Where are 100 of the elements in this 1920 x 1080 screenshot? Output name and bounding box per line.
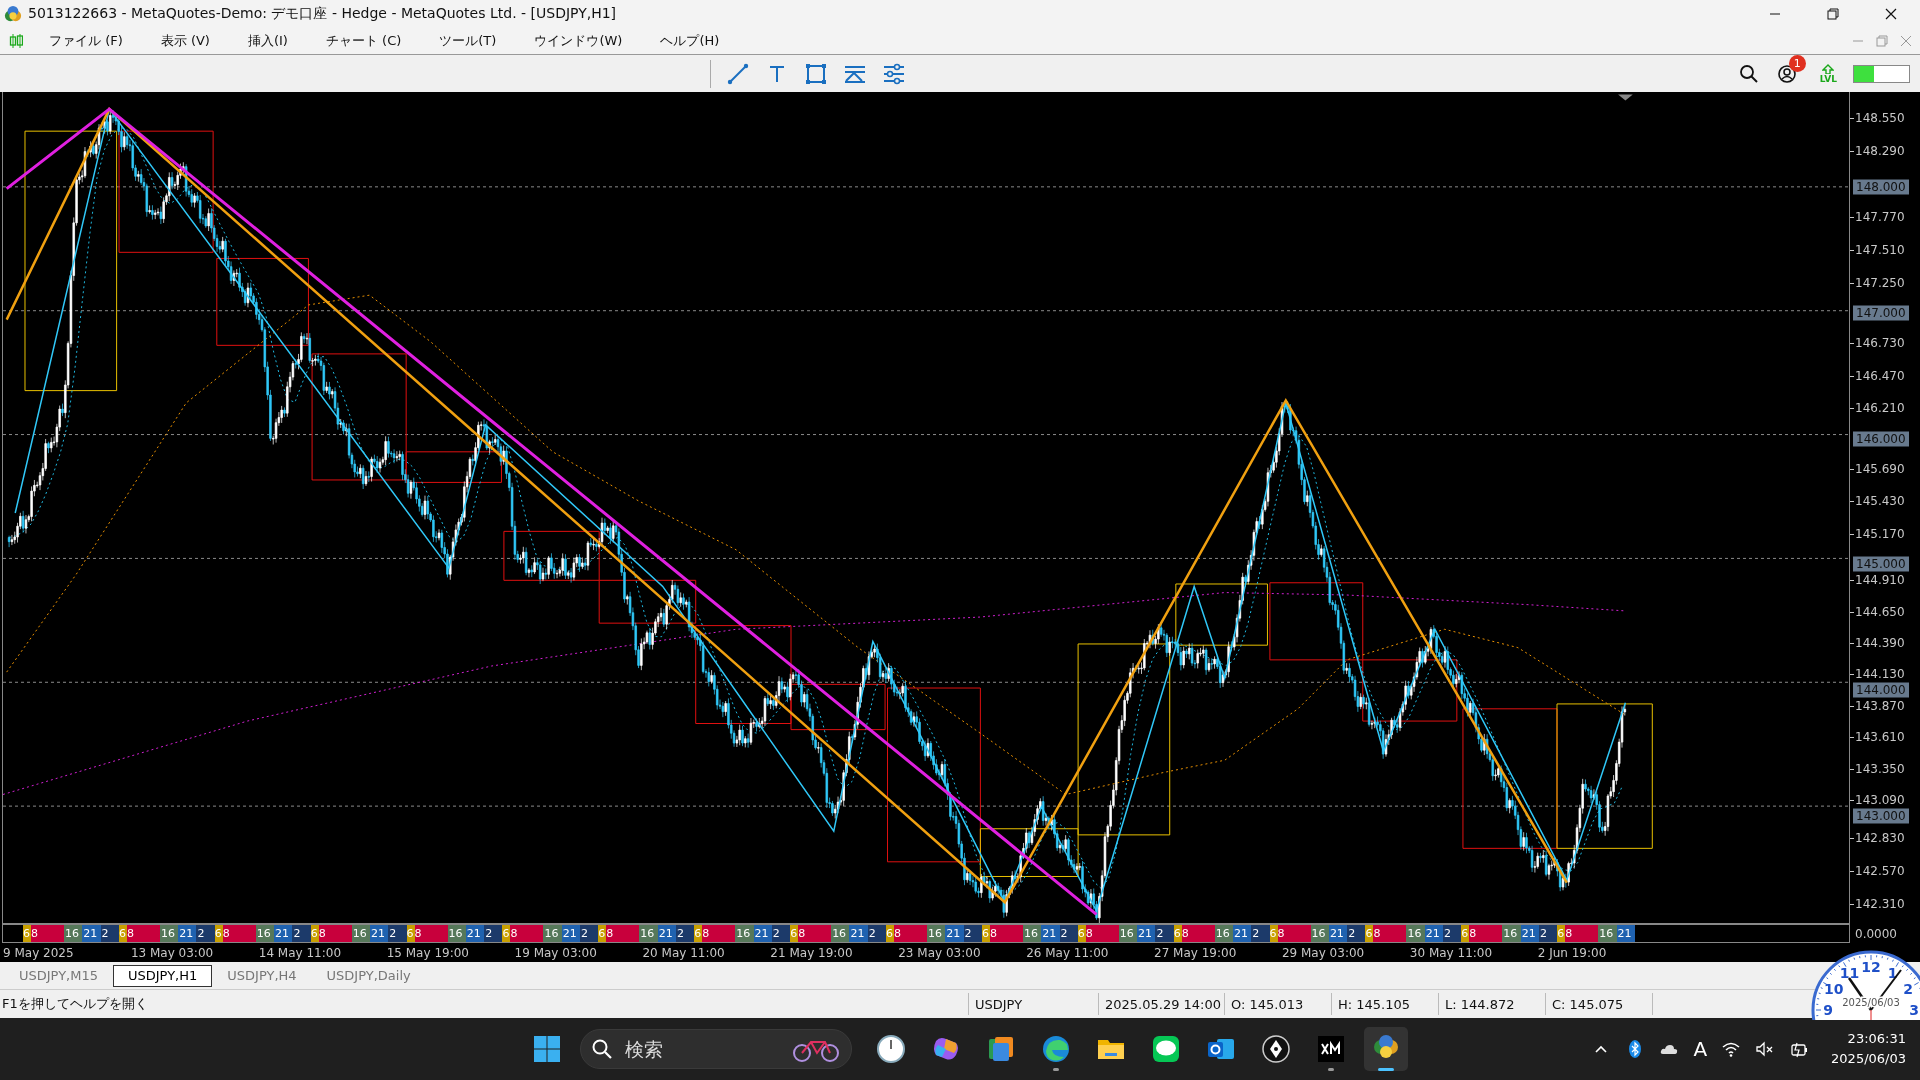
session-cell: 2 bbox=[580, 925, 599, 942]
clock-numeral: 2 bbox=[1903, 980, 1914, 997]
time-label: 13 May 03:00 bbox=[130, 945, 214, 960]
session-cell: 16 bbox=[735, 925, 754, 942]
session-cell: 16 bbox=[639, 925, 658, 942]
session-cell: 6 bbox=[1461, 925, 1470, 942]
time-label: 27 May 19:00 bbox=[1154, 945, 1237, 960]
app-logo-icon bbox=[4, 5, 22, 23]
level-label: LVL bbox=[1819, 73, 1837, 84]
clock-time[interactable]: 23:06:31 bbox=[1847, 1029, 1906, 1049]
session-cell: 8 bbox=[702, 925, 736, 942]
session-cell: 2 bbox=[1347, 925, 1366, 942]
session-cell: 8 bbox=[1469, 925, 1503, 942]
session-cell: 8 bbox=[1085, 925, 1119, 942]
price-label: 148.290 bbox=[1850, 134, 1920, 168]
session-cell: 6 bbox=[694, 925, 703, 942]
price-label: 148.550 bbox=[1850, 102, 1920, 135]
session-cell: 8 bbox=[126, 925, 160, 942]
trading-app-icon bbox=[1315, 1033, 1347, 1065]
time-label: 30 May 11:00 bbox=[1409, 945, 1493, 960]
session-cell: 6 bbox=[598, 925, 607, 942]
symbol-text: USDJPY bbox=[968, 993, 1098, 1015]
time-label: 21 May 19:00 bbox=[770, 945, 853, 960]
session-cell: 8 bbox=[222, 925, 256, 942]
chart-tab[interactable]: USDJPY,M15 bbox=[4, 964, 113, 987]
up-arrow-icon bbox=[1822, 63, 1835, 74]
session-cell: 2 bbox=[1155, 925, 1174, 942]
search-input[interactable]: 検索 bbox=[623, 1037, 791, 1061]
session-cell: 8 bbox=[510, 925, 544, 942]
candlestick-icon bbox=[9, 33, 23, 49]
search-icon bbox=[591, 1038, 613, 1060]
minimize-icon bbox=[1770, 13, 1780, 15]
start-icon bbox=[532, 1034, 562, 1064]
session-cell: 8 bbox=[894, 925, 927, 942]
session-cell: 6 bbox=[981, 925, 990, 942]
price-label: 146.470 bbox=[1850, 359, 1920, 393]
search-bar[interactable]: 検索 bbox=[580, 1029, 852, 1069]
session-cell: 21 bbox=[1041, 925, 1060, 942]
session-cell: 8 bbox=[31, 925, 64, 942]
session-cell: 6 bbox=[502, 925, 511, 942]
session-cell: 8 bbox=[1373, 925, 1407, 942]
session-cell: 6 bbox=[1269, 925, 1278, 942]
session-cell: 6 bbox=[406, 925, 415, 942]
menu-item[interactable]: ファイル (F) bbox=[37, 32, 135, 50]
taskbar-app-button[interactable] bbox=[1364, 1027, 1408, 1071]
time-label: 9 May 2025 bbox=[3, 945, 74, 960]
session-cell: 21 bbox=[178, 925, 197, 942]
menu-item[interactable]: ヘルプ(H) bbox=[648, 32, 732, 50]
time-label: 2 Jun 19:00 bbox=[1537, 945, 1607, 960]
time-text: 2025.05.29 14:00 bbox=[1098, 993, 1224, 1015]
close-button[interactable] bbox=[1898, 33, 1914, 49]
session-cell: 6 bbox=[23, 925, 31, 942]
window-title: 5013122663 - MetaQuotes-Demo: デモ口座 - Hedge - MetaQuotes Ltd. - [USDJPY,H1] bbox=[28, 5, 618, 23]
price-label: 146.730 bbox=[1850, 326, 1920, 360]
session-cell: 8 bbox=[1181, 925, 1215, 942]
high-price-text: H: 145.105 bbox=[1331, 993, 1438, 1015]
clock-numeral: 10 bbox=[1824, 980, 1844, 997]
session-cell: 21 bbox=[82, 925, 101, 942]
session-cell: 6 bbox=[1077, 925, 1086, 942]
clock-numeral: 3 bbox=[1909, 1002, 1919, 1018]
search-button[interactable] bbox=[1737, 62, 1760, 85]
session-cell: 21 bbox=[274, 925, 293, 942]
session-cell: 16 bbox=[543, 925, 562, 942]
session-cell: 8 bbox=[798, 925, 832, 942]
session-cell: 2 bbox=[292, 925, 311, 942]
menu-item[interactable]: チャート (C) bbox=[313, 32, 414, 50]
session-cell: 16 bbox=[64, 925, 83, 942]
price-label: 146.210 bbox=[1850, 392, 1920, 425]
session-cell: 6 bbox=[118, 925, 127, 942]
indicator-axis-label: 0.0000 bbox=[1854, 925, 1898, 943]
chart-tab[interactable]: USDJPY,Daily bbox=[311, 964, 426, 987]
session-cell: 6 bbox=[310, 925, 319, 942]
time-label: 20 May 11:00 bbox=[642, 945, 725, 960]
low-price-text: L: 144.872 bbox=[1438, 993, 1545, 1015]
menu-item[interactable]: ツール(T) bbox=[427, 32, 509, 50]
help-text: F1を押してヘルプを開く bbox=[1, 995, 149, 1013]
session-cell: 16 bbox=[927, 925, 946, 942]
restore-icon bbox=[1874, 33, 1890, 49]
session-cell: 8 bbox=[414, 925, 448, 942]
clock-numeral: 11 bbox=[1839, 964, 1860, 981]
price-label: 147.250 bbox=[1850, 266, 1920, 299]
session-cell: 16 bbox=[1502, 925, 1521, 942]
session-cell: 2 bbox=[1251, 925, 1270, 942]
chat-app-icon bbox=[1150, 1033, 1182, 1065]
menu-item[interactable]: ウインドウ(W) bbox=[522, 32, 635, 50]
open-price-text: O: 145.013 bbox=[1224, 993, 1331, 1015]
pen-nib-icon bbox=[1260, 1033, 1292, 1065]
clock-numeral: 12 bbox=[1861, 959, 1881, 975]
input-mode-indicator[interactable]: A bbox=[1693, 1037, 1708, 1061]
price-label: 147.770 bbox=[1850, 200, 1920, 234]
menu-item[interactable]: 挿入(I) bbox=[235, 32, 300, 50]
clock-date[interactable]: 2025/06/03 bbox=[1831, 1049, 1906, 1069]
session-cell: 8 bbox=[1565, 925, 1599, 942]
chart-tab[interactable]: USDJPY,H4 bbox=[212, 964, 312, 987]
chart-tab[interactable]: USDJPY,H1 bbox=[113, 964, 213, 987]
session-cell: 8 bbox=[606, 925, 640, 942]
clock-numeral: 1 bbox=[1887, 964, 1898, 981]
session-cell: 21 bbox=[1137, 925, 1156, 942]
menu-item[interactable]: 表示 (V) bbox=[148, 32, 222, 50]
price-label: 145.690 bbox=[1850, 452, 1920, 486]
